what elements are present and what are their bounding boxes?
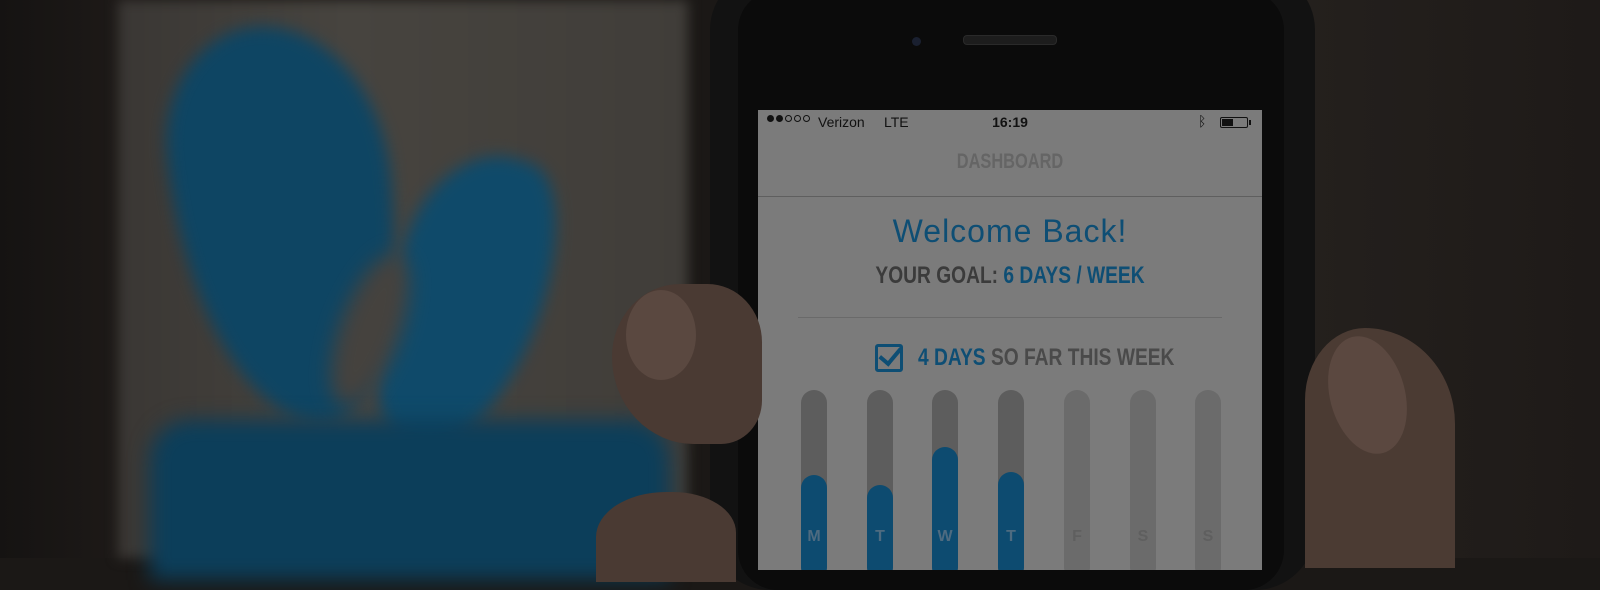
checkbox-checked-icon — [875, 344, 903, 372]
phone-camera — [912, 37, 921, 46]
background-left — [0, 0, 130, 558]
phone-screen: Verizon LTE 16:19 ᛒ DASHBOARD Welcome Ba… — [758, 110, 1262, 570]
nav-divider — [758, 196, 1262, 197]
battery-icon — [1220, 117, 1248, 128]
weekly-bar-chart: MTWTFSS — [758, 390, 1262, 570]
weekly-progress: 4 DAYS SO FAR THIS WEEK — [758, 342, 1262, 382]
progress-text: 4 DAYS SO FAR THIS WEEK — [918, 344, 1174, 372]
bar-day-label: S — [1137, 528, 1149, 545]
battery-level — [1222, 119, 1233, 126]
goal-label: YOUR GOAL: — [875, 262, 999, 289]
bluetooth-icon: ᛒ — [1198, 113, 1207, 129]
bar-day-label: T — [1006, 528, 1016, 545]
bar-day-label: T — [875, 528, 885, 545]
goal-value: 6 DAYS / WEEK — [1003, 262, 1145, 289]
progress-rest: SO FAR THIS WEEK — [990, 344, 1175, 371]
battery-tip — [1249, 120, 1251, 125]
status-time: 16:19 — [992, 114, 1028, 130]
finger-left-bottom — [596, 492, 736, 582]
progress-count: 4 DAYS — [918, 344, 986, 371]
page-title: DASHBOARD — [956, 150, 1064, 173]
bar-day-label: F — [1072, 528, 1082, 545]
bar-fill — [932, 447, 958, 570]
content-divider — [798, 317, 1222, 318]
background-can-stripe — [150, 420, 670, 580]
bar-day-label: W — [937, 528, 953, 545]
bar-fill — [801, 475, 827, 570]
welcome-heading: Welcome Back! — [892, 213, 1128, 249]
finger-left-nail — [626, 290, 696, 380]
bar-fill — [998, 472, 1024, 570]
bar-day-label: S — [1202, 528, 1214, 545]
bar-day-label: M — [807, 528, 821, 545]
goal-line: YOUR GOAL: 6 DAYS / WEEK — [808, 262, 1211, 290]
phone-speaker — [963, 35, 1057, 45]
status-bar: Verizon LTE 16:19 ᛒ — [758, 110, 1262, 136]
